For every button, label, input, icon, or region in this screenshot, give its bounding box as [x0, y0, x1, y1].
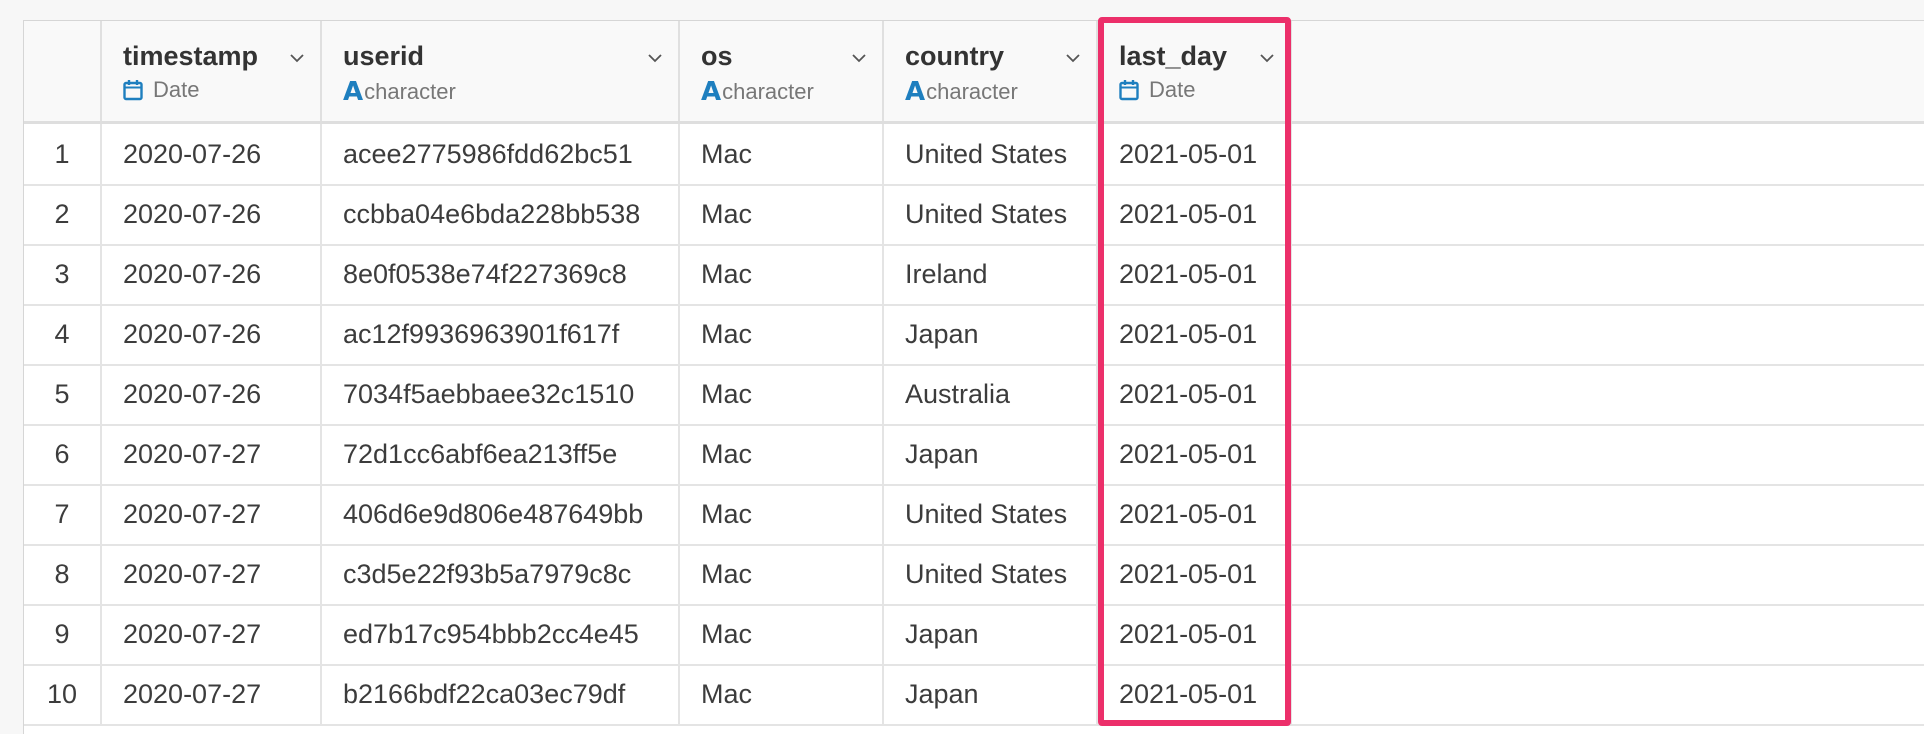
row-number: 2 — [24, 184, 102, 244]
cell-country[interactable]: Japan — [884, 664, 1098, 724]
row-number: 1 — [24, 124, 102, 184]
calendar-icon — [1119, 79, 1139, 101]
column-header-os[interactable]: os A character — [680, 21, 884, 121]
cell-userid[interactable]: 406d6e9d806e487649bb — [322, 484, 680, 544]
table-row[interactable]: 2 2020-07-26 ccbba04e6bda228bb538 Mac United… — [24, 184, 1924, 246]
cell-userid[interactable]: c3d5e22f93b5a7979c8c — [322, 544, 680, 604]
table-row[interactable]: 7 2020-07-27 406d6e9d806e487649bb Mac United… — [24, 484, 1924, 546]
chevron-down-icon[interactable] — [648, 51, 662, 65]
cell-last-day[interactable]: 2021-05-01 — [1098, 424, 1292, 484]
cell-userid[interactable]: b2166bdf22ca03ec79df — [322, 664, 680, 724]
column-name: last_day — [1119, 41, 1228, 71]
column-type: Date — [1119, 77, 1195, 103]
cell-os[interactable]: Mac — [680, 124, 884, 184]
cell-os[interactable]: Mac — [680, 364, 884, 424]
cell-userid[interactable]: 8e0f0538e74f227369c8 — [322, 244, 680, 304]
chevron-down-icon[interactable] — [1260, 51, 1274, 65]
calendar-icon — [123, 79, 143, 101]
column-header-timestamp[interactable]: timestamp Date — [102, 21, 322, 121]
row-number: 6 — [24, 424, 102, 484]
column-name: country — [905, 41, 1005, 71]
cell-os[interactable]: Mac — [680, 664, 884, 724]
character-type-icon: A — [701, 77, 722, 107]
cell-last-day[interactable]: 2021-05-01 — [1098, 124, 1292, 184]
row-number: 10 — [24, 664, 102, 724]
cell-last-day[interactable]: 2021-05-01 — [1098, 304, 1292, 364]
cell-timestamp[interactable]: 2020-07-26 — [102, 124, 322, 184]
table-row[interactable]: 4 2020-07-26 ac12f9936963901f617f Mac Japan 2… — [24, 304, 1924, 366]
table-row[interactable]: 5 2020-07-26 7034f5aebbaee32c1510 Mac Austra… — [24, 364, 1924, 426]
cell-userid[interactable]: 7034f5aebbaee32c1510 — [322, 364, 680, 424]
cell-last-day[interactable]: 2021-05-01 — [1098, 484, 1292, 544]
cell-country[interactable]: Japan — [884, 604, 1098, 664]
row-number: 3 — [24, 244, 102, 304]
cell-timestamp[interactable]: 2020-07-27 — [102, 484, 322, 544]
chevron-down-icon[interactable] — [852, 51, 866, 65]
column-header-country[interactable]: country A character — [884, 21, 1098, 121]
column-header-userid[interactable]: userid A character — [322, 21, 680, 121]
chevron-down-icon[interactable] — [1066, 51, 1080, 65]
table-row[interactable]: 10 2020-07-27 b2166bdf22ca03ec79df Mac Japan… — [24, 664, 1924, 726]
table-row[interactable]: 1 2020-07-26 acee2775986fdd62bc51 Mac United… — [24, 124, 1924, 186]
cell-timestamp[interactable]: 2020-07-26 — [102, 184, 322, 244]
column-type: A character — [701, 77, 814, 107]
cell-country[interactable]: United States — [884, 484, 1098, 544]
table-row[interactable]: 3 2020-07-26 8e0f0538e74f227369c8 Mac Irelan… — [24, 244, 1924, 306]
cell-os[interactable]: Mac — [680, 484, 884, 544]
row-number-header — [24, 21, 102, 121]
cell-userid[interactable]: ac12f9936963901f617f — [322, 304, 680, 364]
column-type: Date — [123, 77, 199, 103]
cell-os[interactable]: Mac — [680, 544, 884, 604]
data-grid: timestamp Date userid A character os A c… — [23, 20, 1924, 734]
cell-last-day[interactable]: 2021-05-01 — [1098, 544, 1292, 604]
cell-timestamp[interactable]: 2020-07-27 — [102, 604, 322, 664]
cell-last-day[interactable]: 2021-05-01 — [1098, 664, 1292, 724]
header-row: timestamp Date userid A character os A c… — [24, 21, 1924, 124]
cell-os[interactable]: Mac — [680, 604, 884, 664]
cell-os[interactable]: Mac — [680, 184, 884, 244]
row-number: 8 — [24, 544, 102, 604]
column-name: os — [701, 41, 733, 71]
column-name: userid — [343, 41, 425, 71]
row-number: 7 — [24, 484, 102, 544]
cell-timestamp[interactable]: 2020-07-27 — [102, 664, 322, 724]
table-row[interactable]: 9 2020-07-27 ed7b17c954bbb2cc4e45 Mac Japan 2… — [24, 604, 1924, 666]
cell-os[interactable]: Mac — [680, 304, 884, 364]
cell-country[interactable]: Japan — [884, 424, 1098, 484]
cell-userid[interactable]: ed7b17c954bbb2cc4e45 — [322, 604, 680, 664]
cell-country[interactable]: Ireland — [884, 244, 1098, 304]
cell-timestamp[interactable]: 2020-07-26 — [102, 304, 322, 364]
character-type-icon: A — [343, 77, 364, 107]
table-row[interactable]: 6 2020-07-27 72d1cc6abf6ea213ff5e Mac Japan 2… — [24, 424, 1924, 486]
cell-os[interactable]: Mac — [680, 244, 884, 304]
cell-timestamp[interactable]: 2020-07-26 — [102, 244, 322, 304]
cell-last-day[interactable]: 2021-05-01 — [1098, 244, 1292, 304]
cell-timestamp[interactable]: 2020-07-26 — [102, 364, 322, 424]
table-row[interactable]: 8 2020-07-27 c3d5e22f93b5a7979c8c Mac United… — [24, 544, 1924, 606]
cell-userid[interactable]: acee2775986fdd62bc51 — [322, 124, 680, 184]
cell-country[interactable]: United States — [884, 544, 1098, 604]
cell-timestamp[interactable]: 2020-07-27 — [102, 544, 322, 604]
cell-userid[interactable]: 72d1cc6abf6ea213ff5e — [322, 424, 680, 484]
row-number: 4 — [24, 304, 102, 364]
cell-country[interactable]: United States — [884, 124, 1098, 184]
column-name: timestamp — [123, 41, 259, 71]
cell-userid[interactable]: ccbba04e6bda228bb538 — [322, 184, 680, 244]
row-number: 9 — [24, 604, 102, 664]
cell-last-day[interactable]: 2021-05-01 — [1098, 364, 1292, 424]
column-header-last-day[interactable]: last_day Date — [1098, 21, 1292, 121]
chevron-down-icon[interactable] — [290, 51, 304, 65]
cell-last-day[interactable]: 2021-05-01 — [1098, 184, 1292, 244]
cell-country[interactable]: United States — [884, 184, 1098, 244]
cell-timestamp[interactable]: 2020-07-27 — [102, 424, 322, 484]
row-number: 5 — [24, 364, 102, 424]
cell-last-day[interactable]: 2021-05-01 — [1098, 604, 1292, 664]
cell-country[interactable]: Australia — [884, 364, 1098, 424]
cell-os[interactable]: Mac — [680, 424, 884, 484]
column-type: A character — [343, 77, 456, 107]
character-type-icon: A — [905, 77, 926, 107]
column-type: A character — [905, 77, 1018, 107]
cell-country[interactable]: Japan — [884, 304, 1098, 364]
